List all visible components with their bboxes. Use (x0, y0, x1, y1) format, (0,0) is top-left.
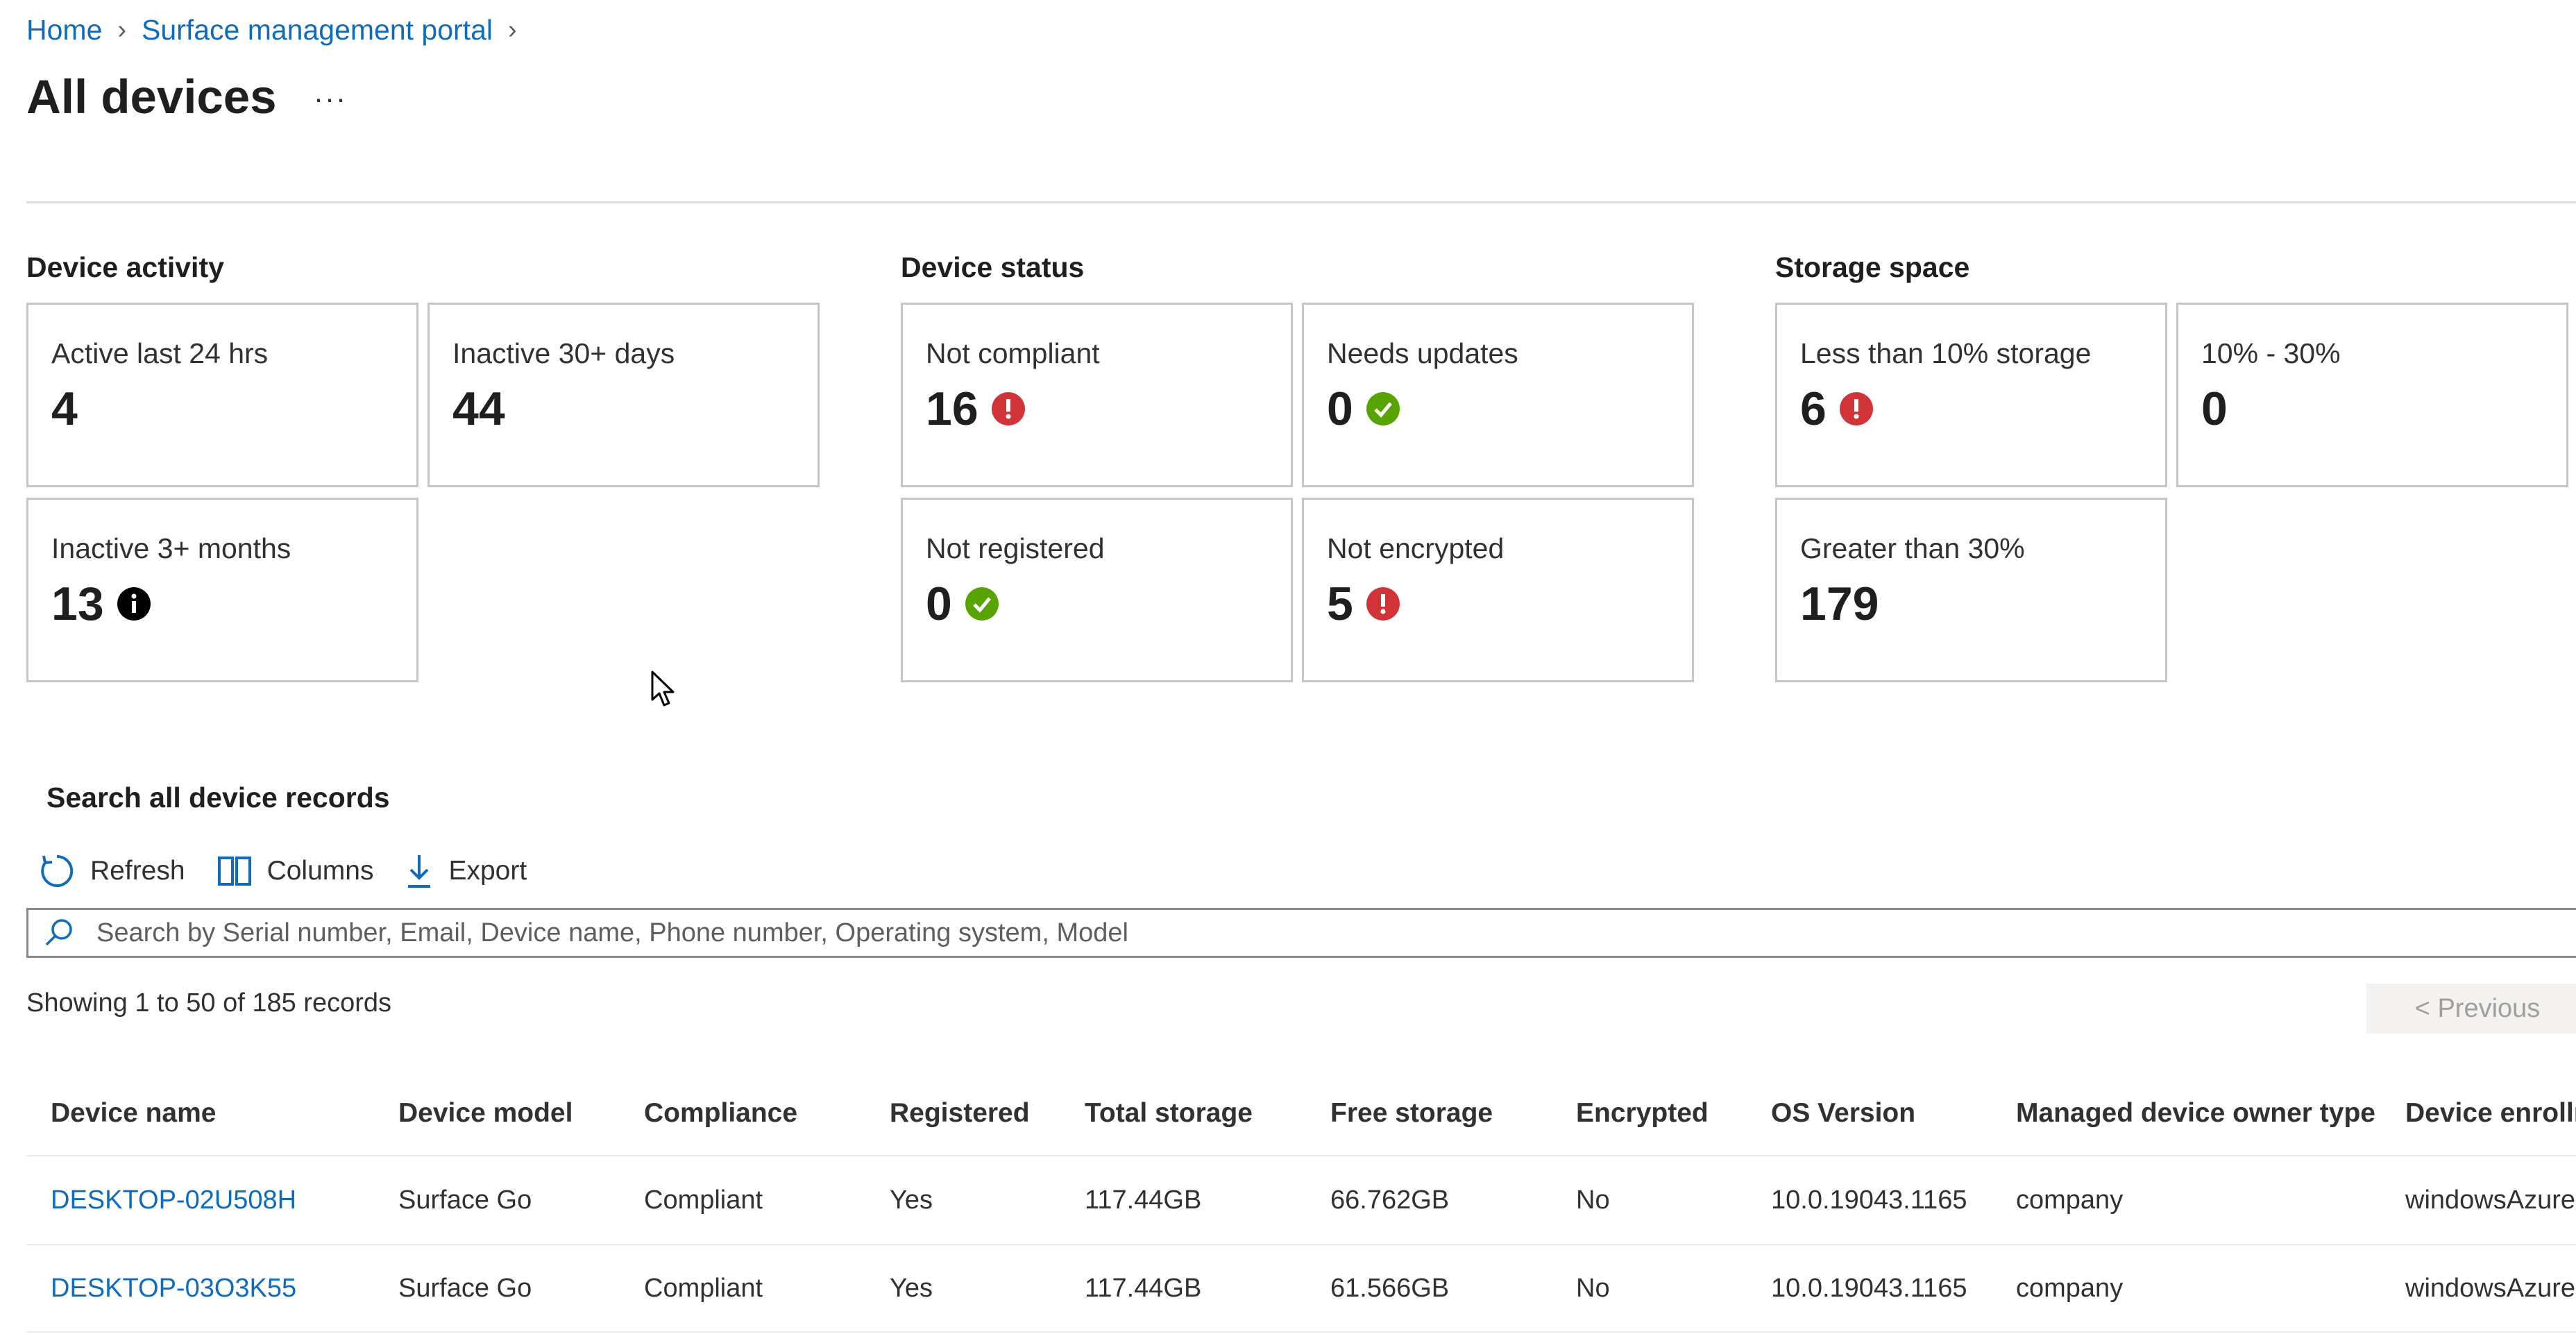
cell-device-model: Surface Go (398, 1274, 532, 1303)
more-options-button[interactable]: ··· (314, 82, 347, 115)
card-label: Inactive 3+ months (51, 532, 291, 564)
export-label: Export (448, 856, 527, 886)
card-10-to-30-storage[interactable]: 10% - 30% 0 (2176, 303, 2568, 487)
refresh-label: Refresh (90, 856, 185, 886)
cell-owner-type: company (2016, 1274, 2124, 1303)
card-label: Less than 10% storage (1800, 337, 2092, 369)
refresh-button[interactable]: Refresh (39, 853, 185, 889)
cell-total-storage: 117.44GB (1085, 1186, 1202, 1215)
column-header-device-enrollment[interactable]: Device enrollm (2405, 1098, 2576, 1129)
card-less-than-10-storage[interactable]: Less than 10% storage 6 (1775, 303, 2167, 487)
card-active-24hrs[interactable]: Active last 24 hrs 4 (26, 303, 418, 487)
card-label: Not compliant (926, 337, 1100, 369)
card-value: 6 (1800, 382, 1827, 435)
column-header-total-storage[interactable]: Total storage (1085, 1098, 1253, 1129)
cell-free-storage: 66.762GB (1330, 1186, 1450, 1215)
card-value: 4 (51, 382, 78, 435)
column-header-registered[interactable]: Registered (890, 1098, 1030, 1129)
card-value: 0 (1327, 382, 1353, 435)
cell-enrollment: windowsAzure (2405, 1274, 2575, 1303)
card-label: 10% - 30% (2201, 337, 2341, 369)
device-name-link[interactable]: DESKTOP-02U508H (51, 1186, 296, 1215)
card-needs-updates[interactable]: Needs updates 0 (1302, 303, 1694, 487)
refresh-icon (41, 854, 74, 887)
card-not-encrypted[interactable]: Not encrypted 5 (1302, 498, 1694, 682)
breadcrumb: Home › Surface management portal › (26, 14, 517, 47)
page-title: All devices (26, 70, 277, 124)
card-value: 5 (1327, 577, 1353, 630)
cell-registered: Yes (890, 1274, 933, 1303)
success-check-icon (1366, 392, 1400, 425)
success-check-icon (965, 587, 999, 621)
cell-device-model: Surface Go (398, 1186, 532, 1215)
device-activity-title: Device activity (26, 251, 224, 283)
card-value: 16 (926, 382, 978, 435)
card-label: Inactive 30+ days (452, 337, 675, 369)
records-summary: Showing 1 to 50 of 185 records (26, 988, 392, 1018)
storage-space-title: Storage space (1775, 251, 1970, 283)
column-header-encrypted[interactable]: Encrypted (1576, 1098, 1709, 1129)
column-header-device-name[interactable]: Device name (51, 1098, 216, 1129)
column-header-compliance[interactable]: Compliance (644, 1098, 797, 1129)
cell-enrollment: windowsAzure (2405, 1186, 2575, 1215)
cell-owner-type: company (2016, 1186, 2124, 1215)
card-value: 0 (2201, 382, 2228, 435)
cell-compliance: Compliant (644, 1186, 763, 1215)
card-not-compliant[interactable]: Not compliant 16 (901, 303, 1293, 487)
cell-total-storage: 117.44GB (1085, 1274, 1202, 1303)
download-icon (408, 855, 431, 888)
export-button[interactable]: Export (405, 853, 527, 889)
cell-os-version: 10.0.19043.1165 (1771, 1274, 1967, 1303)
columns-label: Columns (266, 856, 374, 886)
row-divider (26, 1331, 2576, 1333)
cell-registered: Yes (890, 1186, 933, 1215)
column-header-device-model[interactable]: Device model (398, 1098, 573, 1129)
columns-button[interactable]: Columns (217, 856, 374, 886)
column-header-os-version[interactable]: OS Version (1771, 1098, 1915, 1129)
columns-icon (217, 857, 251, 886)
header-divider (26, 201, 2576, 203)
card-value: 13 (51, 577, 104, 630)
toolbar: Refresh Columns Export (39, 853, 527, 889)
mouse-cursor-icon (651, 670, 675, 707)
error-icon (991, 392, 1025, 425)
card-inactive-30-days[interactable]: Inactive 30+ days 44 (427, 303, 820, 487)
card-value: 179 (1800, 577, 1879, 630)
search-icon (45, 919, 72, 946)
cell-free-storage: 61.566GB (1330, 1274, 1450, 1303)
error-icon (1839, 392, 1873, 425)
card-value: 0 (926, 577, 952, 630)
card-label: Greater than 30% (1800, 532, 2025, 564)
card-label: Not registered (926, 532, 1105, 564)
cell-encrypted: No (1576, 1274, 1610, 1303)
search-section-title: Search all device records (46, 782, 390, 813)
row-divider (26, 1244, 2576, 1245)
column-header-free-storage[interactable]: Free storage (1330, 1098, 1493, 1129)
breadcrumb-home-link[interactable]: Home (26, 14, 102, 47)
card-inactive-3-months[interactable]: Inactive 3+ months 13 (26, 498, 418, 682)
card-value: 44 (452, 382, 505, 435)
cell-encrypted: No (1576, 1186, 1610, 1215)
search-box (26, 908, 2576, 958)
card-label: Not encrypted (1327, 532, 1505, 564)
error-icon (1366, 587, 1400, 621)
chevron-right-icon: › (117, 15, 127, 44)
card-not-registered[interactable]: Not registered 0 (901, 498, 1293, 682)
cell-os-version: 10.0.19043.1165 (1771, 1186, 1967, 1215)
card-label: Active last 24 hrs (51, 337, 269, 369)
info-icon (117, 587, 151, 621)
card-label: Needs updates (1327, 337, 1518, 369)
search-input[interactable] (95, 917, 2576, 949)
cell-compliance: Compliant (644, 1274, 763, 1303)
device-name-link[interactable]: DESKTOP-03O3K55 (51, 1274, 296, 1304)
previous-page-button[interactable]: < Previous (2366, 984, 2576, 1034)
row-divider (26, 1155, 2576, 1156)
column-header-owner-type[interactable]: Managed device owner type (2016, 1098, 2375, 1129)
chevron-right-icon: › (508, 15, 517, 44)
device-status-title: Device status (901, 251, 1085, 283)
breadcrumb-portal-link[interactable]: Surface management portal (142, 14, 493, 47)
card-greater-than-30-storage[interactable]: Greater than 30% 179 (1775, 498, 2167, 682)
